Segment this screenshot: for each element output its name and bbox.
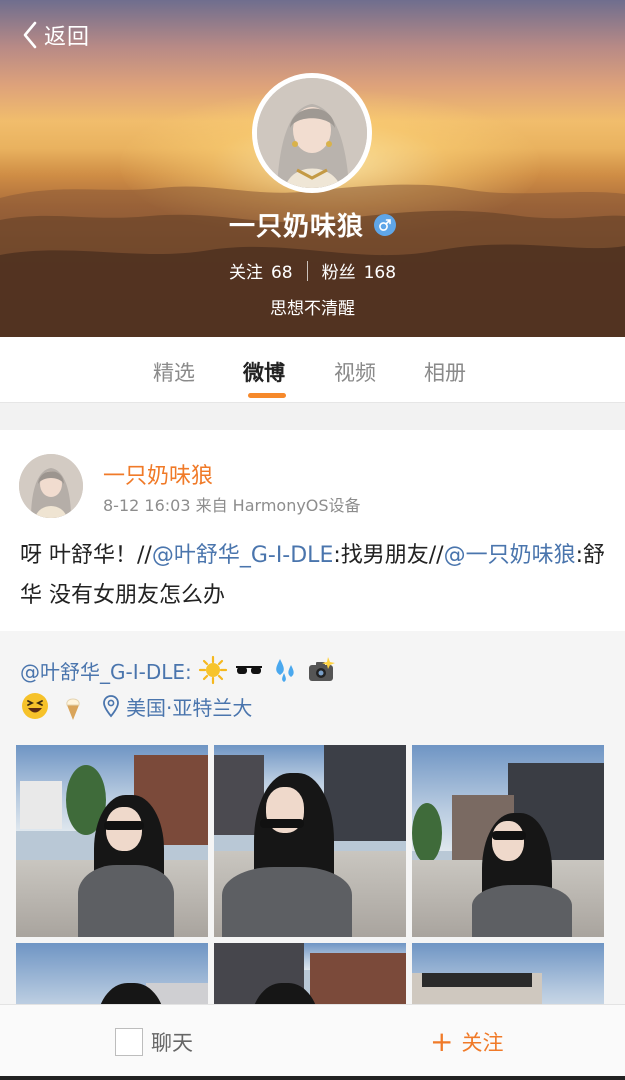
chat-icon — [115, 1028, 143, 1056]
avatar-photo — [257, 78, 367, 188]
photo-thumbnail-1[interactable] — [16, 745, 208, 937]
location-tag[interactable]: 美国·亚特兰大 — [102, 692, 252, 721]
profile-bio: 思想不清醒 — [270, 299, 355, 319]
laughing-face-emoji-icon — [22, 693, 48, 719]
profile-avatar[interactable] — [252, 73, 372, 193]
tab-album[interactable]: 相册 — [424, 357, 466, 387]
active-tab-indicator — [248, 393, 286, 398]
stats-divider — [306, 260, 308, 281]
repost-emoji-location-row: 美国·亚特兰大 — [20, 691, 252, 721]
repost-header: @叶舒华_G-I-DLE: — [20, 655, 336, 685]
mention-link[interactable]: @一只奶味狼 — [444, 543, 576, 568]
followers-stat[interactable]: 粉丝 168 — [322, 258, 396, 283]
sweat-droplets-emoji-icon — [275, 659, 294, 682]
tab-weibo[interactable]: 微博 — [243, 357, 285, 387]
profile-header-banner: 返回 一只奶味狼 关注 68 粉丝 168 思想不清醒 — [0, 0, 625, 337]
mention-link[interactable]: @叶舒华_G-I-DLE — [152, 543, 334, 568]
post-text: 呀 叶舒华！//@叶舒华_G-I-DLE:找男朋友//@一只奶味狼:舒华 没有女… — [20, 543, 606, 608]
sunglasses-emoji-icon — [235, 666, 262, 674]
home-indicator — [0, 1076, 625, 1080]
male-icon — [374, 213, 396, 236]
post-meta: 8-12 16:03 来自 HarmonyOS设备 — [103, 496, 361, 515]
ice-cream-emoji-icon — [66, 698, 80, 720]
chevron-left-icon — [23, 21, 37, 49]
follow-button[interactable]: + 关注 — [430, 1027, 503, 1057]
post-author-name[interactable]: 一只奶味狼 — [103, 458, 213, 490]
post-author-avatar[interactable] — [19, 454, 83, 518]
location-pin-icon — [103, 695, 119, 718]
photo-thumbnail-2[interactable] — [214, 745, 406, 937]
chat-button[interactable]: 聊天 — [115, 1027, 193, 1057]
profile-name: 一只奶味狼 — [228, 212, 364, 242]
tab-video[interactable]: 视频 — [334, 357, 376, 387]
repost-mention[interactable]: @叶舒华_G-I-DLE: — [20, 656, 192, 685]
bottom-action-bar: 聊天 + 关注 — [0, 1004, 625, 1080]
following-stat[interactable]: 关注 68 — [229, 258, 293, 283]
profile-name-row: 一只奶味狼 — [0, 206, 625, 243]
plus-icon: + — [430, 1025, 454, 1058]
back-button[interactable]: 返回 — [22, 18, 90, 52]
back-label: 返回 — [44, 25, 91, 50]
profile-tabs: 精选 微博 视频 相册 — [0, 337, 625, 403]
tab-featured[interactable]: 精选 — [153, 357, 195, 387]
camera-flash-emoji-icon — [308, 657, 335, 681]
photo-thumbnail-3[interactable] — [412, 745, 604, 937]
profile-stats: 关注 68 粉丝 168 — [0, 258, 625, 283]
sun-emoji-icon — [198, 655, 227, 685]
weibo-post[interactable]: 一只奶味狼 8-12 16:03 来自 HarmonyOS设备 呀 叶舒华！//… — [0, 430, 625, 1080]
